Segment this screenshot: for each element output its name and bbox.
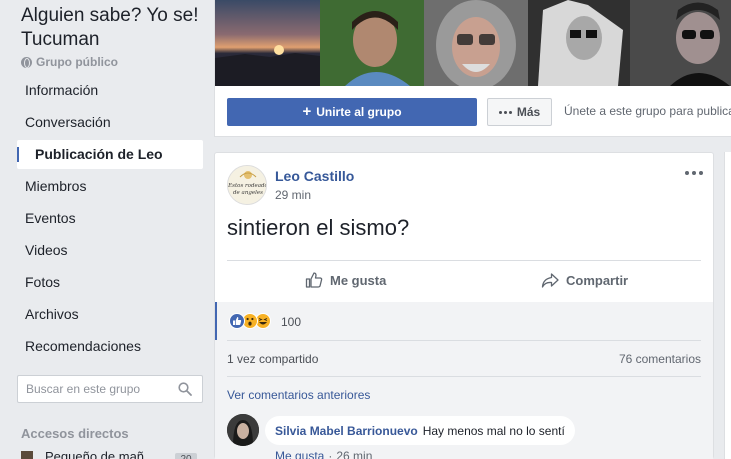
member-photo-1[interactable] [320,0,424,86]
like-button[interactable]: Me gusta [305,271,386,289]
reaction-count: 100 [281,315,302,329]
group-search [17,375,203,403]
nav-fotos[interactable]: Fotos [25,274,60,290]
join-hint-text: Únete a este grupo para publicar [564,104,731,118]
like-label: Me gusta [330,272,387,288]
share-button[interactable]: Compartir [541,271,628,289]
comments-section: 100 1 vez compartido 76 comentarios Ver … [215,302,713,459]
comment-count[interactable]: 76 comentarios [619,352,701,366]
reactions-row[interactable]: 100 [215,302,713,340]
join-group-label: Unirte al grupo [316,105,402,119]
active-indicator [17,147,19,162]
shortcuts-heading: Accesos directos [21,426,129,441]
comment-bubble: Silvia Mabel Barrionuevo Hay menos mal n… [265,416,575,445]
shortcut-thumbnail [21,451,33,459]
group-title[interactable]: Alguien sabe? Yo se! Tucuman [21,4,206,52]
nav-videos[interactable]: Videos [25,242,68,258]
group-privacy: Grupo público [21,55,118,69]
more-dots-icon [498,110,512,114]
shortcut-label: Pequeño de mañ... [45,449,155,459]
join-group-button[interactable]: + Unirte al grupo [227,98,477,126]
shortcut-item[interactable]: Pequeño de mañ... 20 [21,449,203,459]
left-sidebar: Alguien sabe? Yo se! Tucuman Grupo públi… [0,0,212,459]
divider [227,260,701,261]
member-photo-2[interactable] [424,0,528,86]
member-photos-strip [215,0,731,86]
member-photo-4[interactable] [630,0,731,86]
nav-publicacion-label: Publicación de Leo [35,146,163,162]
share-label: Compartir [566,272,629,288]
comment-like-link[interactable]: Me gusta [275,449,324,459]
post-text: sintieron el sismo? [227,215,410,240]
globe-icon [21,56,32,68]
group-type-label: Grupo público [36,55,118,69]
divider [227,340,701,341]
search-icon[interactable] [178,382,192,396]
comment-meta-separator: · [328,449,333,459]
nav-publicacion-active[interactable]: Publicación de Leo [17,140,203,169]
member-photo-3[interactable] [528,0,630,86]
post-card: Estos rodeado de angeles Leo Castillo 29… [214,152,714,459]
share-arrow-icon [541,273,559,288]
group-search-input[interactable] [26,382,176,396]
share-count[interactable]: 1 vez compartido [227,352,318,366]
cover-photo-sunset[interactable] [215,0,320,86]
comment-text: Hay menos mal no lo sentí [422,423,565,438]
thumbs-up-icon [305,272,323,288]
comment-time[interactable]: 26 min [336,449,372,459]
reaction-icons [229,313,271,329]
author-avatar[interactable]: Estos rodeado de angeles [227,165,267,205]
post-author[interactable]: Leo Castillo [275,168,354,184]
more-button[interactable]: Más [487,98,552,126]
nav-recomendaciones[interactable]: Recomendaciones [25,338,141,354]
plus-icon: + [302,103,312,120]
shortcut-badge: 20 [175,453,197,459]
view-previous-comments-link[interactable]: Ver comentarios anteriores [227,388,370,402]
nav-eventos[interactable]: Eventos [25,210,76,226]
like-reaction-icon [229,313,245,329]
nav-conversacion[interactable]: Conversación [25,114,111,130]
post-options-icon[interactable] [685,171,703,175]
more-label: Más [516,105,541,119]
post-timestamp[interactable]: 29 min [275,188,311,202]
svg-text:Estos rodeado: Estos rodeado [228,183,267,189]
nav-miembros[interactable]: Miembros [25,178,86,194]
divider [227,376,701,377]
commenter-name[interactable]: Silvia Mabel Barrionuevo [275,424,418,438]
svg-text:de angeles: de angeles [233,190,263,196]
right-column-edge [724,152,731,459]
commenter-avatar[interactable] [227,414,259,446]
nav-archivos[interactable]: Archivos [25,306,79,322]
nav-informacion[interactable]: Información [25,82,98,98]
angel-logo-icon: Estos rodeado de angeles [228,166,267,204]
comment-meta: Me gusta · 26 min [275,449,372,459]
group-header-card: + Unirte al grupo Más Únete a este grupo… [214,0,731,137]
